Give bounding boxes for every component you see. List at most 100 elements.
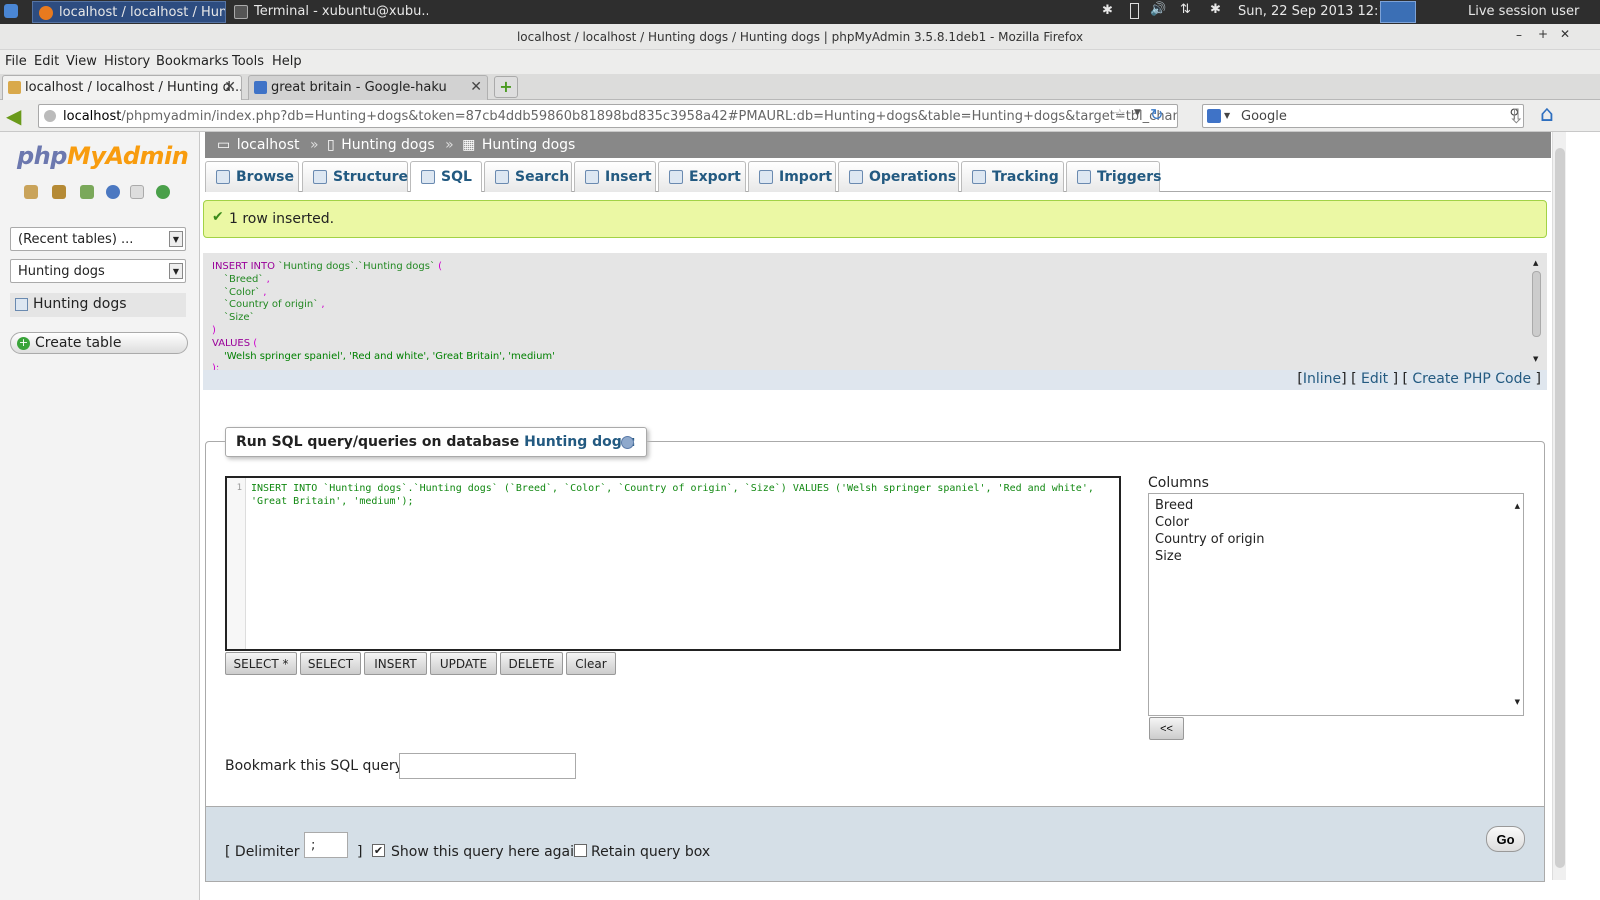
reload-nav-icon[interactable] bbox=[156, 185, 170, 199]
recent-tables-select[interactable]: (Recent tables) ... ▼ bbox=[10, 227, 186, 251]
page-scrollbar[interactable] bbox=[1552, 132, 1566, 880]
minimize-icon[interactable]: – bbox=[1516, 28, 1522, 42]
query-window-icon[interactable] bbox=[80, 185, 94, 199]
task-terminal[interactable]: Terminal - xubuntu@xubu... bbox=[228, 1, 428, 23]
update-button[interactable]: UPDATE bbox=[430, 652, 497, 675]
tab-structure[interactable]: Structure bbox=[302, 161, 408, 192]
tab-tracking[interactable]: Tracking bbox=[961, 161, 1064, 192]
menu-launcher-icon[interactable] bbox=[4, 4, 18, 18]
logout-icon[interactable] bbox=[52, 185, 66, 199]
sql-code: INSERT INTO `Hunting dogs`.`Hunting dogs… bbox=[251, 482, 1111, 508]
docs-icon[interactable] bbox=[130, 185, 144, 199]
column-option[interactable]: Size bbox=[1155, 548, 1523, 565]
bookmark-star-icon[interactable]: ☆ bbox=[1114, 107, 1126, 122]
database-select[interactable]: Hunting dogs ▼ bbox=[10, 259, 186, 283]
reload-icon[interactable]: ↻ bbox=[1150, 105, 1163, 124]
back-icon[interactable]: ◀ bbox=[6, 104, 21, 128]
select-button[interactable]: SELECT bbox=[300, 652, 361, 675]
browser-tab-bar: localhost / localhost / Hunting d... ✕ g… bbox=[0, 74, 1600, 100]
url-host: localhost bbox=[63, 109, 122, 124]
download-icon[interactable]: ⇩ bbox=[1508, 104, 1525, 128]
breadcrumb-database[interactable]: Hunting dogs bbox=[341, 137, 435, 153]
google-search-icon[interactable] bbox=[1207, 109, 1221, 123]
tab-insert[interactable]: Insert bbox=[574, 161, 656, 192]
battery-icon[interactable] bbox=[1130, 3, 1139, 19]
home-icon[interactable]: ⌂ bbox=[1540, 102, 1554, 127]
browser-tab-pma[interactable]: localhost / localhost / Hunting d... ✕ bbox=[2, 75, 242, 100]
tab-search[interactable]: Search bbox=[484, 161, 572, 192]
retain-query-label[interactable]: Retain query box bbox=[591, 844, 710, 860]
select-all-button[interactable]: SELECT * bbox=[225, 652, 297, 675]
create-php-code-link[interactable]: Create PHP Code bbox=[1412, 371, 1531, 387]
scroll-up-icon[interactable]: ▲ bbox=[1515, 498, 1520, 515]
menu-history[interactable]: History bbox=[104, 54, 150, 69]
pma-logo[interactable]: phpMyAdmin bbox=[17, 142, 189, 170]
column-option[interactable]: Color bbox=[1155, 514, 1523, 531]
home-icon[interactable] bbox=[24, 185, 38, 199]
bluetooth-icon[interactable]: ✱ bbox=[1102, 3, 1113, 18]
close-tab-icon[interactable]: ✕ bbox=[470, 79, 482, 95]
breadcrumb-server[interactable]: localhost bbox=[237, 137, 300, 153]
menu-bookmarks[interactable]: Bookmarks bbox=[156, 54, 229, 69]
volume-icon[interactable]: 🔊 bbox=[1150, 2, 1166, 17]
go-button[interactable]: Go bbox=[1486, 826, 1525, 852]
dropdown-arrow-icon[interactable]: ▼ bbox=[1134, 108, 1141, 118]
menu-file[interactable]: File bbox=[5, 54, 27, 69]
site-identity-icon[interactable] bbox=[44, 110, 56, 122]
insert-column-button[interactable]: << bbox=[1149, 717, 1184, 740]
show-query-label[interactable]: Show this query here again bbox=[391, 844, 583, 860]
tab-import[interactable]: Import bbox=[748, 161, 836, 192]
delete-button[interactable]: DELETE bbox=[500, 652, 563, 675]
menu-view[interactable]: View bbox=[66, 54, 97, 69]
firefox-tray-icon[interactable] bbox=[1380, 1, 1416, 23]
tab-label: Triggers bbox=[1097, 169, 1162, 185]
maximize-icon[interactable]: + bbox=[1538, 27, 1548, 41]
scroll-up-icon[interactable]: ▲ bbox=[1533, 257, 1538, 270]
delimiter-input[interactable]: ; bbox=[304, 832, 348, 858]
scroll-down-icon[interactable]: ▼ bbox=[1533, 353, 1538, 366]
tab-sql[interactable]: SQL bbox=[410, 161, 482, 192]
menu-help[interactable]: Help bbox=[272, 54, 302, 69]
search-bar[interactable]: ▼ Google ⚲ bbox=[1202, 104, 1524, 128]
tab-triggers[interactable]: Triggers bbox=[1066, 161, 1162, 192]
columns-list[interactable]: Breed Color Country of origin Size ▲ ▼ bbox=[1148, 493, 1524, 716]
clear-button[interactable]: Clear bbox=[566, 652, 616, 675]
tab-export[interactable]: Export bbox=[658, 161, 746, 192]
edit-link[interactable]: Edit bbox=[1361, 371, 1388, 387]
engine-dropdown-icon[interactable]: ▼ bbox=[1224, 111, 1230, 120]
clock[interactable]: Sun, 22 Sep 2013 12:18 bbox=[1238, 4, 1395, 19]
sidebar-item-hunting-dogs[interactable]: Hunting dogs bbox=[10, 293, 186, 317]
create-table-button[interactable]: + Create table bbox=[10, 332, 188, 354]
sql-query-editor[interactable]: 1 INSERT INTO `Hunting dogs`.`Hunting do… bbox=[225, 476, 1121, 651]
preview-scrollbar[interactable]: ▲ ▼ bbox=[1531, 257, 1543, 365]
close-icon[interactable]: ✕ bbox=[1560, 27, 1570, 41]
show-query-checkbox[interactable]: ✔ bbox=[372, 844, 385, 857]
insert-button[interactable]: INSERT bbox=[364, 652, 427, 675]
column-option[interactable]: Country of origin bbox=[1155, 531, 1523, 548]
bluetooth-tray-icon[interactable]: ✱ bbox=[1210, 2, 1221, 17]
network-icon[interactable]: ⇅ bbox=[1180, 2, 1191, 17]
breadcrumb-table[interactable]: Hunting dogs bbox=[482, 137, 576, 153]
url-bar[interactable]: localhost/phpmyadmin/index.php?db=Huntin… bbox=[38, 104, 1178, 128]
new-tab-button[interactable]: + bbox=[494, 76, 518, 98]
scroll-thumb[interactable] bbox=[1555, 148, 1565, 868]
tab-operations[interactable]: Operations bbox=[838, 161, 959, 192]
column-option[interactable]: Breed bbox=[1155, 497, 1523, 514]
retain-query-checkbox[interactable] bbox=[574, 844, 587, 857]
bookmark-input[interactable] bbox=[399, 753, 576, 779]
inline-edit-link[interactable]: Inline bbox=[1303, 371, 1341, 387]
menu-tools[interactable]: Tools bbox=[232, 54, 264, 69]
legend-db-link[interactable]: Hunting dogs: bbox=[524, 434, 636, 450]
operations-icon bbox=[849, 170, 863, 184]
browser-tab-google[interactable]: great britain - Google-haku ✕ bbox=[248, 75, 488, 100]
scroll-thumb[interactable] bbox=[1532, 271, 1541, 337]
help-icon[interactable] bbox=[106, 185, 120, 199]
close-tab-icon[interactable]: ✕ bbox=[224, 79, 236, 95]
query-options: [ Delimiter ; ] ✔ Show this query here a… bbox=[205, 806, 1545, 882]
tab-browse[interactable]: Browse bbox=[205, 161, 299, 192]
scroll-down-icon[interactable]: ▼ bbox=[1515, 694, 1520, 711]
menu-edit[interactable]: Edit bbox=[34, 54, 59, 69]
session-user[interactable]: Live session user bbox=[1468, 4, 1579, 19]
help-icon[interactable] bbox=[620, 436, 634, 449]
task-firefox[interactable]: localhost / localhost / Hun... bbox=[32, 1, 226, 23]
